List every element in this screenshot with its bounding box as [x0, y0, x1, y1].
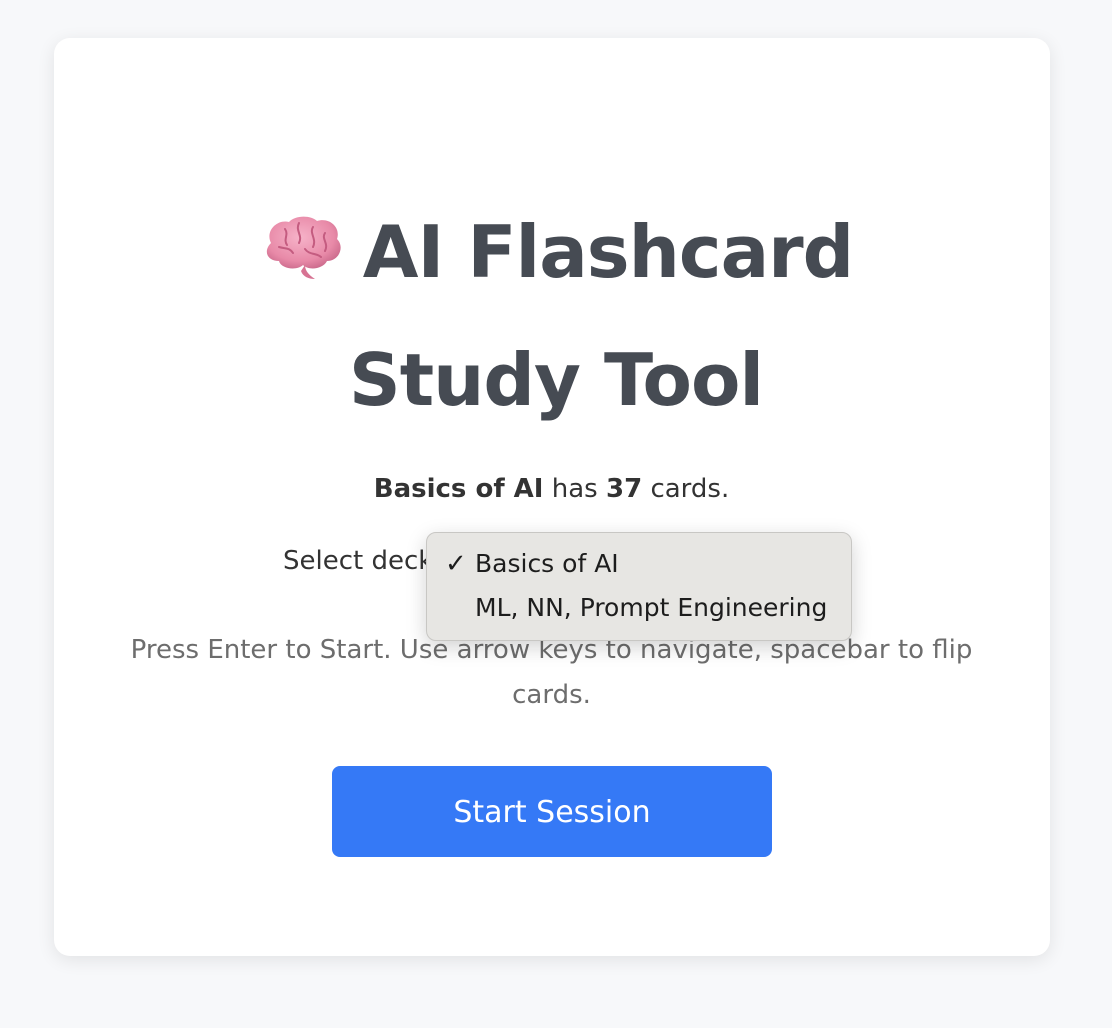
deck-option-label: ML, NN, Prompt Engineering [475, 593, 828, 622]
title-text-line-1: AI Flashcard [362, 210, 854, 294]
select-deck-label: Select deck [283, 546, 434, 576]
deck-name: Basics of AI [373, 474, 544, 504]
deck-info-has: has [551, 474, 598, 504]
start-session-button[interactable]: Start Session [332, 766, 772, 857]
page-title: AI Flashcard Study Tool [0, 188, 1112, 444]
brain-icon [259, 192, 345, 279]
deck-info: Basics of AI has 37 cards. [0, 474, 1103, 504]
help-text: Press Enter to Start. Use arrow keys to … [130, 635, 973, 710]
checkmark-icon: ✓ [445, 549, 467, 579]
card-count: 37 [605, 474, 643, 504]
title-text-line-2: Study Tool [348, 338, 764, 422]
deck-option-label: Basics of AI [475, 549, 619, 578]
title-line-1: AI Flashcard [0, 188, 1112, 316]
deck-info-suffix: cards. [650, 474, 730, 504]
deck-dropdown-menu[interactable]: ✓ Basics of AI ML, NN, Prompt Engineerin… [426, 532, 852, 641]
